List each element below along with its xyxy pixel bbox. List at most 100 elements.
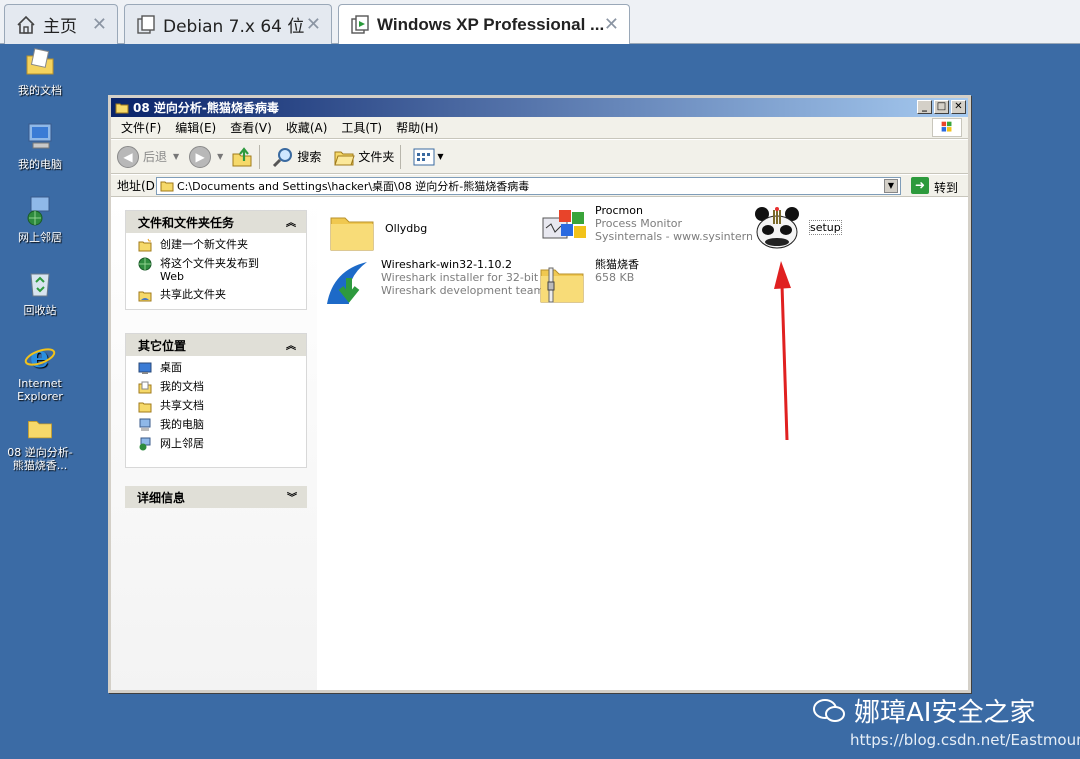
svg-text:e: e <box>30 340 49 373</box>
desktop-icon-label: 我的文档 <box>18 84 62 97</box>
views-button[interactable]: ▼ <box>413 147 444 167</box>
file-wireshark[interactable]: Wireshark-win32-1.10.2 Wireshark install… <box>323 258 552 310</box>
menu-bar: 文件(F) 编辑(E) 查看(V) 收藏(A) 工具(T) 帮助(H) <box>111 117 968 139</box>
place-shared-documents[interactable]: 共享文档 <box>138 399 306 413</box>
watermark-text: 娜璋AI安全之家 <box>854 698 1036 728</box>
desktop-icon-label: 08 逆向分析-熊猫烧香... <box>7 446 73 472</box>
address-dropdown-icon[interactable]: ▼ <box>884 179 898 193</box>
file-ollydbg[interactable]: Ollydbg <box>327 206 427 258</box>
zip-folder-icon <box>540 267 584 303</box>
forward-button[interactable]: ▶ ▼ <box>189 145 224 168</box>
go-arrow-icon[interactable]: ➜ <box>911 177 929 194</box>
search-icon <box>273 147 293 167</box>
expand-icon[interactable]: ︾ <box>287 489 297 504</box>
task-new-folder[interactable]: 创建一个新文件夹 <box>138 238 306 252</box>
vm-icon <box>351 15 369 34</box>
place-my-documents[interactable]: 我的文档 <box>138 380 306 394</box>
panel-other-places: 其它位置 ︽ 桌面 我的文档 共享文档 我的电脑 网上邻居 <box>125 333 307 468</box>
new-folder-icon <box>138 238 152 252</box>
menu-edit[interactable]: 编辑(E) <box>175 119 216 136</box>
back-button[interactable]: ◀ 后退 ▼ <box>117 145 179 168</box>
forward-arrow-icon: ▶ <box>189 145 212 168</box>
back-arrow-icon: ◀ <box>117 145 139 168</box>
file-name: Ollydbg <box>385 222 428 235</box>
menu-tools[interactable]: 工具(T) <box>341 119 382 136</box>
task-share-folder[interactable]: 共享此文件夹 <box>138 288 306 302</box>
place-network[interactable]: 网上邻居 <box>138 437 306 451</box>
collapse-icon[interactable]: ︽ <box>286 337 296 352</box>
close-icon[interactable]: ✕ <box>306 14 321 35</box>
tab-debian-label: Debian 7.x 64 位 <box>163 17 305 37</box>
chevron-down-icon: ▼ <box>217 152 224 161</box>
menu-view[interactable]: 查看(V) <box>230 119 272 136</box>
desktop-icon-my-computer[interactable]: 我的电脑 <box>4 120 76 171</box>
panel-header[interactable]: 文件和文件夹任务 ︽ <box>126 211 306 233</box>
collapse-icon[interactable]: ︽ <box>286 214 296 229</box>
tab-debian[interactable]: Debian 7.x 64 位 ✕ <box>124 4 332 44</box>
close-icon[interactable]: ✕ <box>604 14 619 35</box>
file-company: Sysinternals - www.sysinterna... <box>595 230 771 243</box>
address-input[interactable]: C:\Documents and Settings\hacker\桌面\08 逆… <box>156 177 901 195</box>
file-name: 熊猫烧香 <box>595 258 639 271</box>
desktop-icon-internet-explorer[interactable]: e Internet Explorer <box>4 339 76 403</box>
desktop-icon-my-documents[interactable]: 我的文档 <box>4 46 76 97</box>
place-desktop[interactable]: 桌面 <box>138 361 306 375</box>
procmon-icon <box>542 210 586 239</box>
task-label: 将这个文件夹发布到 Web <box>160 257 259 283</box>
task-pane: 文件和文件夹任务 ︽ 创建一个新文件夹 将这个文件夹发布到 Web 共享此文件夹 <box>111 198 317 690</box>
watermark-brand: 娜璋AI安全之家 <box>812 692 1035 729</box>
panel-header[interactable]: 详细信息 ︾ <box>125 486 307 508</box>
file-name: setup <box>809 220 842 235</box>
maximize-button[interactable]: □ <box>934 100 949 114</box>
panel-header[interactable]: 其它位置 ︽ <box>126 334 306 356</box>
desktop-icon-recycle-bin[interactable]: 回收站 <box>4 266 76 317</box>
windows-logo-icon <box>932 118 962 137</box>
search-label: 搜索 <box>297 150 322 164</box>
folder-icon <box>330 217 374 251</box>
tab-windows-xp[interactable]: Windows XP Professional ... ✕ <box>338 4 630 45</box>
desktop-icon-folder[interactable]: 08 逆向分析-熊猫烧香... <box>4 414 76 472</box>
task-label: 创建一个新文件夹 <box>160 238 248 251</box>
tab-home[interactable]: 主页 ✕ <box>4 4 118 44</box>
file-company: Wireshark development team <box>381 284 545 297</box>
close-button[interactable]: ✕ <box>951 100 966 114</box>
menu-file[interactable]: 文件(F) <box>121 119 161 136</box>
vmware-tab-bar: 主页 ✕ Debian 7.x 64 位 ✕ Windows XP Profes… <box>0 0 1080 45</box>
shared-folder-icon <box>138 291 152 302</box>
home-icon <box>17 15 35 34</box>
toolbar-divider <box>259 144 261 169</box>
desktop-icon-network-places[interactable]: 网上邻居 <box>4 193 76 244</box>
toolbar: ◀ 后退 ▼ ▶ ▼ 搜索 文件夹 ▼ <box>111 140 968 174</box>
panel-title: 文件和文件夹任务 <box>138 215 235 230</box>
minimize-button[interactable]: _ <box>917 100 932 114</box>
file-panda-zip[interactable]: 熊猫烧香 658 KB <box>537 258 639 310</box>
task-publish-web[interactable]: 将这个文件夹发布到 Web <box>138 257 306 283</box>
folder-icon <box>138 402 152 413</box>
toolbar-divider <box>400 144 402 169</box>
folder-icon <box>115 103 129 113</box>
search-button[interactable]: 搜索 <box>272 146 321 168</box>
my-computer-icon <box>139 418 151 431</box>
task-label: 共享此文件夹 <box>160 288 226 301</box>
panel-file-tasks: 文件和文件夹任务 ︽ 创建一个新文件夹 将这个文件夹发布到 Web 共享此文件夹 <box>125 210 307 310</box>
place-label: 共享文档 <box>160 399 204 412</box>
folders-button[interactable]: 文件夹 <box>333 147 394 167</box>
explorer-content: 文件和文件夹任务 ︽ 创建一个新文件夹 将这个文件夹发布到 Web 共享此文件夹 <box>111 198 968 690</box>
menu-favorites[interactable]: 收藏(A) <box>286 119 328 136</box>
place-my-computer[interactable]: 我的电脑 <box>138 418 306 432</box>
go-button[interactable]: 转到 <box>934 179 958 196</box>
vm-icon <box>137 14 155 34</box>
file-setup[interactable]: setup <box>751 202 842 254</box>
menu-help[interactable]: 帮助(H) <box>396 119 438 136</box>
my-documents-icon <box>26 48 54 75</box>
explorer-window: 08 逆向分析-熊猫烧香病毒 _ □ ✕ 文件(F) 编辑(E) 查看(V) 收… <box>108 95 971 693</box>
panel-details: 详细信息 ︾ <box>125 486 307 508</box>
file-procmon[interactable]: Procmon Process Monitor Sysinternals - w… <box>537 204 770 256</box>
window-titlebar[interactable]: 08 逆向分析-熊猫烧香病毒 _ □ ✕ <box>111 98 968 117</box>
address-label: 地址(D) <box>117 179 160 193</box>
up-folder-button[interactable] <box>231 146 253 168</box>
close-icon[interactable]: ✕ <box>92 14 107 35</box>
desktop-icon <box>138 362 152 374</box>
address-value: C:\Documents and Settings\hacker\桌面\08 逆… <box>177 180 530 193</box>
file-name: Procmon <box>595 204 643 217</box>
